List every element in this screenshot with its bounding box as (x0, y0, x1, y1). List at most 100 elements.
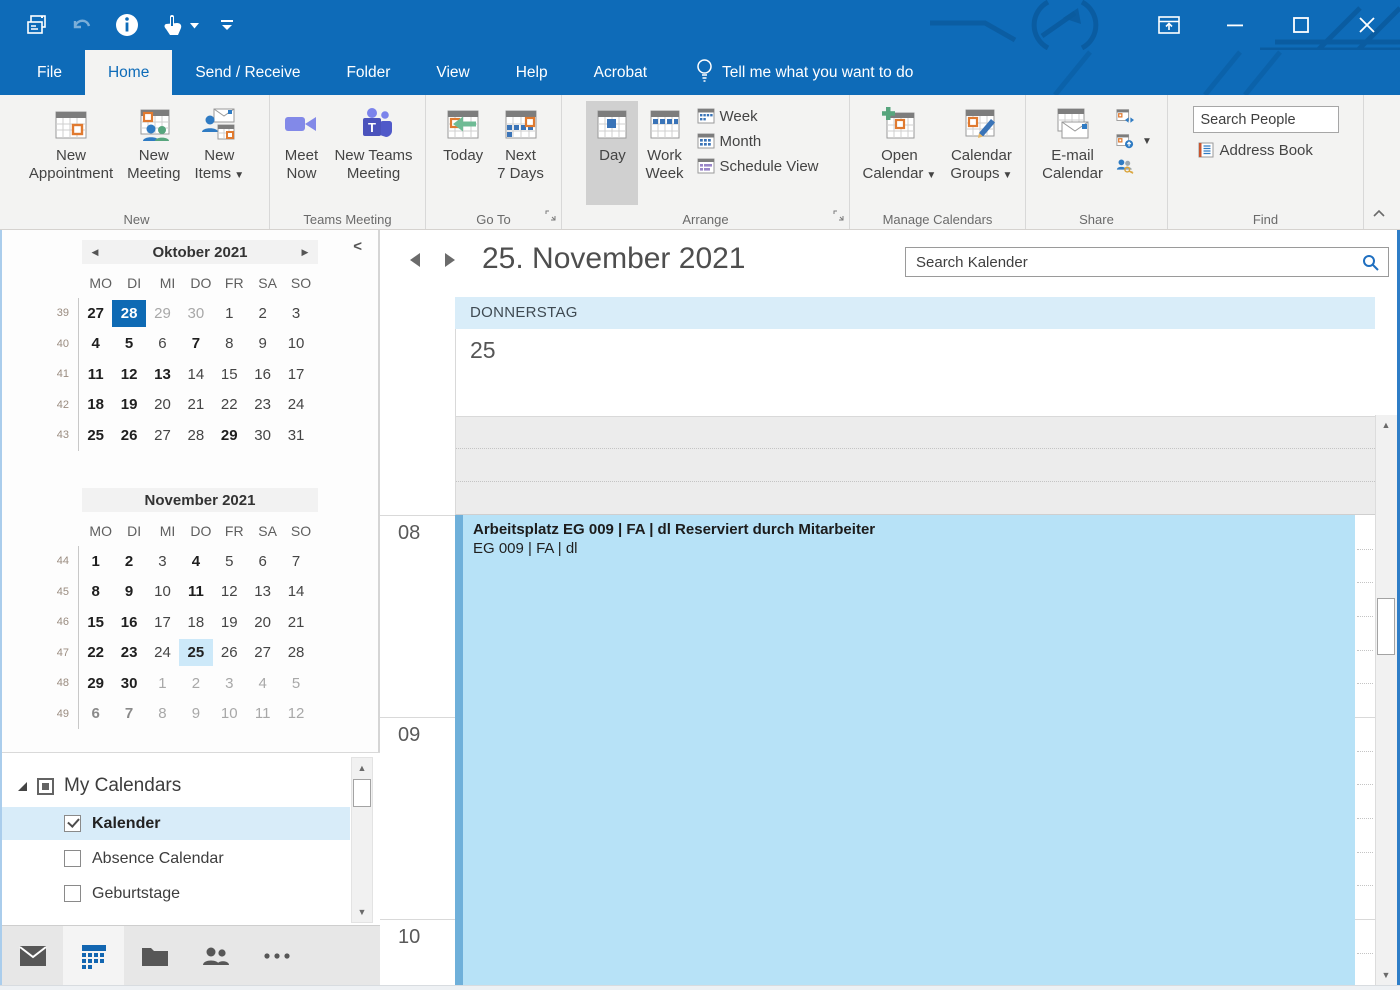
minimize-icon[interactable] (1202, 0, 1268, 50)
info-icon[interactable] (114, 12, 140, 38)
mini-calendar-day[interactable]: 27 (146, 422, 179, 449)
mini-calendar-day[interactable]: 27 (246, 639, 279, 666)
mini-calendar-day[interactable]: 17 (279, 361, 312, 388)
mini-calendar-day[interactable]: 12 (213, 578, 246, 605)
mini-calendar-day[interactable]: 28 (112, 300, 145, 327)
mini-calendar-day[interactable]: 30 (246, 422, 279, 449)
mini-calendar-day[interactable]: 4 (179, 548, 212, 575)
close-icon[interactable] (1334, 0, 1400, 50)
mini-calendar-day[interactable]: 29 (213, 422, 246, 449)
touch-mode-icon[interactable] (160, 12, 199, 38)
calendar-search-input[interactable] (906, 254, 1353, 271)
expand-collapse-icon[interactable] (18, 782, 27, 791)
mini-calendar-day[interactable]: 7 (112, 700, 145, 727)
mini-calendar-day[interactable]: 22 (79, 639, 112, 666)
mini-calendar-day[interactable]: 5 (279, 670, 312, 697)
mini-calendar-day[interactable]: 13 (146, 361, 179, 388)
email-calendar-button[interactable]: E-mailCalendar (1035, 101, 1110, 205)
mini-calendar-day[interactable]: 16 (246, 361, 279, 388)
tab-home[interactable]: Home (85, 50, 172, 95)
mini-calendar-day[interactable]: 14 (179, 361, 212, 388)
mini-calendar-day[interactable]: 25 (79, 422, 112, 449)
mini-calendar-day[interactable]: 6 (79, 700, 112, 727)
mini-calendar-day[interactable]: 11 (179, 578, 212, 605)
month-view-button[interactable]: Month (693, 130, 823, 152)
mini-calendar-day[interactable]: 10 (146, 578, 179, 605)
dialog-launcher-icon[interactable] (833, 208, 844, 226)
mini-calendar-day[interactable]: 22 (213, 391, 246, 418)
mini-calendar-day[interactable]: 14 (279, 578, 312, 605)
mini-calendar-day[interactable]: 19 (213, 609, 246, 636)
mini-calendar-day[interactable]: 5 (112, 330, 145, 357)
mini-calendar-day[interactable]: 6 (146, 330, 179, 357)
mini-calendar-day[interactable]: 9 (112, 578, 145, 605)
open-calendar-button[interactable]: OpenCalendar▼ (856, 101, 944, 205)
nav-mail[interactable] (2, 926, 63, 986)
mini-calendar-day[interactable]: 23 (246, 391, 279, 418)
scrollbar-thumb[interactable] (1377, 598, 1395, 655)
mini-calendar-day[interactable]: 4 (246, 670, 279, 697)
mini-calendar-day[interactable]: 24 (146, 639, 179, 666)
mini-calendar-day[interactable]: 11 (246, 700, 279, 727)
mini-calendar-day[interactable]: 7 (179, 330, 212, 357)
calendar-search-box[interactable] (905, 247, 1389, 277)
mini-calendar-day[interactable]: 10 (279, 330, 312, 357)
mini-calendar-day[interactable]: 2 (246, 300, 279, 327)
my-calendars-header[interactable]: My Calendars (18, 775, 181, 797)
calendar-list-item[interactable]: Absence Calendar (2, 842, 350, 875)
new-appointment-button[interactable]: NewAppointment (22, 101, 120, 205)
mini-calendar-day[interactable]: 9 (246, 330, 279, 357)
mini-calendar-day[interactable]: 15 (213, 361, 246, 388)
tab-view[interactable]: View (413, 50, 492, 95)
mini-calendar-day[interactable]: 20 (246, 609, 279, 636)
collapse-ribbon-icon[interactable] (1372, 205, 1386, 223)
search-icon[interactable] (1353, 254, 1388, 271)
mini-calendar-day[interactable]: 3 (279, 300, 312, 327)
checkbox-icon[interactable] (64, 850, 81, 867)
mini-calendar-day[interactable]: 1 (146, 670, 179, 697)
mini-calendar-day[interactable]: 29 (79, 670, 112, 697)
mini-calendar-day[interactable]: 12 (279, 700, 312, 727)
mini-calendar-day[interactable]: 11 (79, 361, 112, 388)
search-people-input[interactable] (1193, 106, 1339, 133)
checkbox-icon[interactable] (64, 885, 81, 902)
appointment-block[interactable]: Arbeitsplatz EG 009 | FA | dl Reserviert… (455, 515, 1355, 990)
tell-me-box[interactable]: Tell me what you want to do (696, 50, 913, 95)
mini-calendar-day[interactable]: 21 (279, 609, 312, 636)
mini-calendar-day[interactable]: 2 (112, 548, 145, 575)
mini-calendar-day[interactable]: 10 (213, 700, 246, 727)
new-teams-meeting-button[interactable]: T New TeamsMeeting (327, 101, 419, 205)
mini-calendar-day[interactable]: 21 (179, 391, 212, 418)
scroll-up-icon[interactable]: ▲ (352, 758, 372, 778)
mini-calendar-day[interactable]: 6 (246, 548, 279, 575)
mini-calendar-day[interactable]: 8 (213, 330, 246, 357)
publish-calendar-button[interactable]: ▼ (1112, 130, 1156, 152)
mini-calendar-day[interactable]: 12 (112, 361, 145, 388)
mini-calendar-day[interactable]: 1 (213, 300, 246, 327)
calendar-scrollbar[interactable]: ▲ ▼ (1375, 415, 1397, 985)
calendar-groups-button[interactable]: CalendarGroups▼ (943, 101, 1019, 205)
next-7-days-button[interactable]: Next7 Days (490, 101, 551, 205)
mini-calendar-day[interactable]: 8 (146, 700, 179, 727)
all-day-area[interactable]: 25 (455, 329, 1375, 417)
today-button[interactable]: Today (436, 101, 490, 205)
mini-calendar-day[interactable]: 5 (213, 548, 246, 575)
mini-calendar-day[interactable]: 17 (146, 609, 179, 636)
new-meeting-button[interactable]: NewMeeting (120, 101, 187, 205)
sidebar-scrollbar[interactable]: ▲ ▼ (351, 757, 373, 923)
tab-send-receive[interactable]: Send / Receive (172, 50, 323, 95)
nav-more-icon[interactable] (246, 926, 307, 986)
maximize-icon[interactable] (1268, 0, 1334, 50)
mini-calendar-day[interactable]: 13 (246, 578, 279, 605)
mini-calendar-day[interactable]: 7 (279, 548, 312, 575)
mini-calendar-day[interactable]: 1 (79, 548, 112, 575)
mini-calendar-day[interactable]: 3 (213, 670, 246, 697)
checkbox-checked-icon[interactable] (64, 815, 81, 832)
next-day-button[interactable] (443, 252, 457, 272)
minimize-folder-pane-icon[interactable]: < (353, 238, 362, 255)
panes-icon[interactable] (26, 13, 50, 37)
tab-acrobat[interactable]: Acrobat (571, 50, 670, 95)
dialog-launcher-icon[interactable] (545, 208, 556, 226)
day-view-button[interactable]: Day (586, 101, 638, 205)
previous-day-button[interactable] (408, 252, 422, 272)
